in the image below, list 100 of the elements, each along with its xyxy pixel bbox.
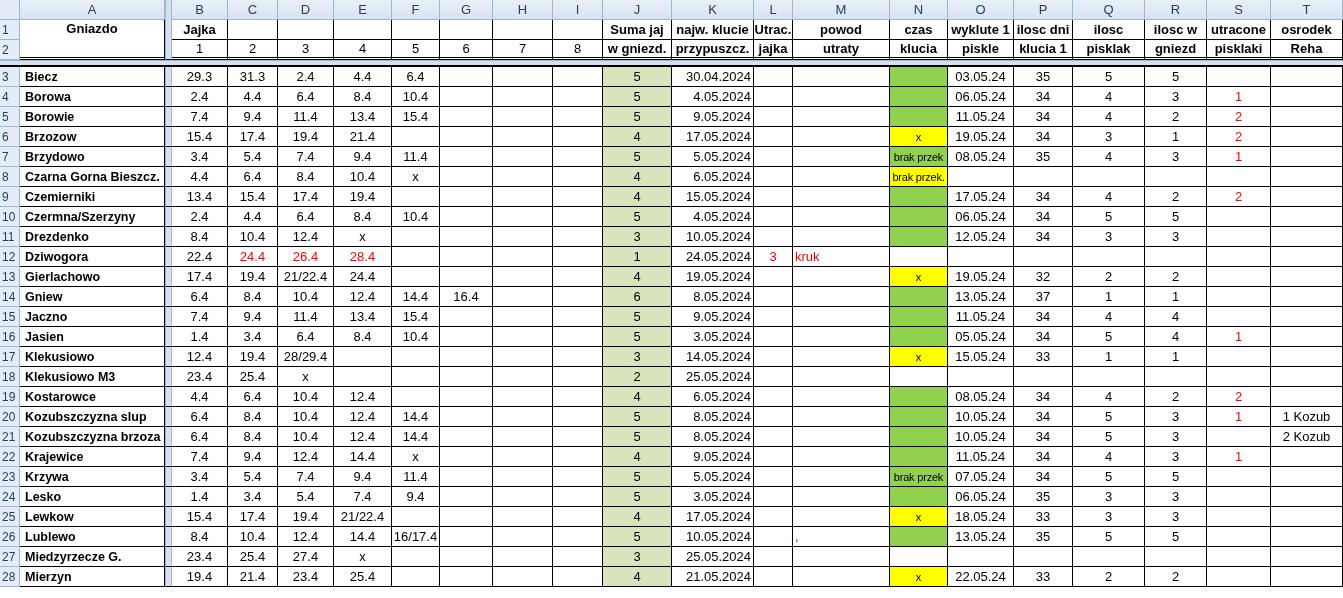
empty-cell [334,347,392,367]
empty-cell [1014,367,1073,387]
row-header[interactable]: 25 [0,507,20,527]
table-cell: x [392,447,440,467]
row-header[interactable]: 26 [0,527,20,547]
row-header[interactable]: 20 [0,407,20,427]
empty-cell [1207,507,1271,527]
row-header[interactable]: 15 [0,307,20,327]
column-header[interactable]: S [1207,0,1271,20]
empty-cell [493,387,553,407]
table-cell: 6.4 [392,67,440,87]
column-header[interactable]: A [20,0,165,20]
column-header[interactable]: G [440,0,493,20]
column-header[interactable]: M [793,0,890,20]
row-header[interactable]: 28 [0,567,20,587]
table-cell: 3 [1145,87,1207,107]
table-cell: 19.05.24 [948,127,1014,147]
row-header[interactable]: 16 [0,327,20,347]
row-header[interactable]: 17 [0,347,20,367]
table-cell: 10.05.2024 [672,527,754,547]
table-cell: 5 [1145,67,1207,87]
empty-cell [392,367,440,387]
row-header[interactable]: 27 [0,547,20,567]
column-header[interactable]: J [603,0,672,20]
row-header[interactable]: 22 [0,447,20,467]
table-cell: 17.4 [228,127,278,147]
column-header[interactable]: Q [1073,0,1145,20]
column-header[interactable]: K [672,0,754,20]
table-cell: 1 [1145,287,1207,307]
empty-cell [754,447,793,467]
row-header[interactable]: 21 [0,427,20,447]
table-cell: 21/22.4 [278,267,334,287]
column-header[interactable]: C [228,0,278,20]
empty-cell [493,407,553,427]
table-cell: 10.4 [228,227,278,247]
empty-cell [1145,167,1207,187]
empty-cell [440,567,493,587]
empty-cell [754,187,793,207]
table-cell: 7.4 [172,447,228,467]
empty-cell [1271,267,1343,287]
select-all-button[interactable] [0,0,20,20]
row-header[interactable]: 5 [0,107,20,127]
row-header[interactable]: 23 [0,467,20,487]
table-cell: 11.05.24 [948,307,1014,327]
column-header[interactable]: T [1271,0,1343,20]
column-title: utracone [1207,20,1271,40]
row-header[interactable]: 9 [0,187,20,207]
row-header[interactable]: 2 [0,40,20,60]
row-header[interactable]: 10 [0,207,20,227]
table-cell: 34 [1014,87,1073,107]
row-header[interactable]: 8 [0,167,20,187]
table-cell: 19.4 [228,347,278,367]
row-header[interactable]: 14 [0,287,20,307]
row-header[interactable]: 4 [0,87,20,107]
column-header[interactable]: H [493,0,553,20]
row-header[interactable]: 19 [0,387,20,407]
table-cell: 10.4 [228,527,278,547]
column-title: czas [890,20,948,40]
table-cell: 1 [1207,327,1271,347]
empty-cell [1073,247,1145,267]
column-header[interactable]: F [392,0,440,20]
empty-cell [392,567,440,587]
column-header[interactable]: L [754,0,793,20]
row-header[interactable]: 13 [0,267,20,287]
table-cell: 33 [1014,567,1073,587]
empty-cell [1271,367,1343,387]
table-cell: 18.05.24 [948,507,1014,527]
empty-cell [278,20,334,40]
empty-cell [1271,387,1343,407]
row-header[interactable]: 3 [0,67,20,87]
empty-cell [1271,507,1343,527]
empty-cell [754,67,793,87]
column-header[interactable]: P [1014,0,1073,20]
empty-cell [1271,167,1343,187]
empty-cell [754,547,793,567]
column-header[interactable]: I [553,0,603,20]
column-header[interactable]: E [334,0,392,20]
row-header[interactable]: 24 [0,487,20,507]
empty-cell [493,127,553,147]
column-header[interactable]: N [890,0,948,20]
column-header[interactable]: D [278,0,334,20]
row-header[interactable]: 6 [0,127,20,147]
table-cell: 1 [1207,87,1271,107]
table-cell: 10.4 [392,87,440,107]
empty-cell [754,267,793,287]
column-header[interactable]: B [172,0,228,20]
row-header[interactable]: 18 [0,367,20,387]
row-header[interactable]: 1 [0,20,20,40]
column-header[interactable]: O [948,0,1014,20]
row-header[interactable]: 7 [0,147,20,167]
row-header[interactable]: 11 [0,227,20,247]
table-cell: 19.4 [172,567,228,587]
table-cell: x [334,547,392,567]
table-cell: 33 [1014,507,1073,527]
empty-cell [1271,187,1343,207]
column-header[interactable]: R [1145,0,1207,20]
table-cell: 1 [1145,347,1207,367]
row-header[interactable]: 12 [0,247,20,267]
table-cell: 1 Kozub [1271,407,1343,427]
table-cell: 25.05.2024 [672,367,754,387]
